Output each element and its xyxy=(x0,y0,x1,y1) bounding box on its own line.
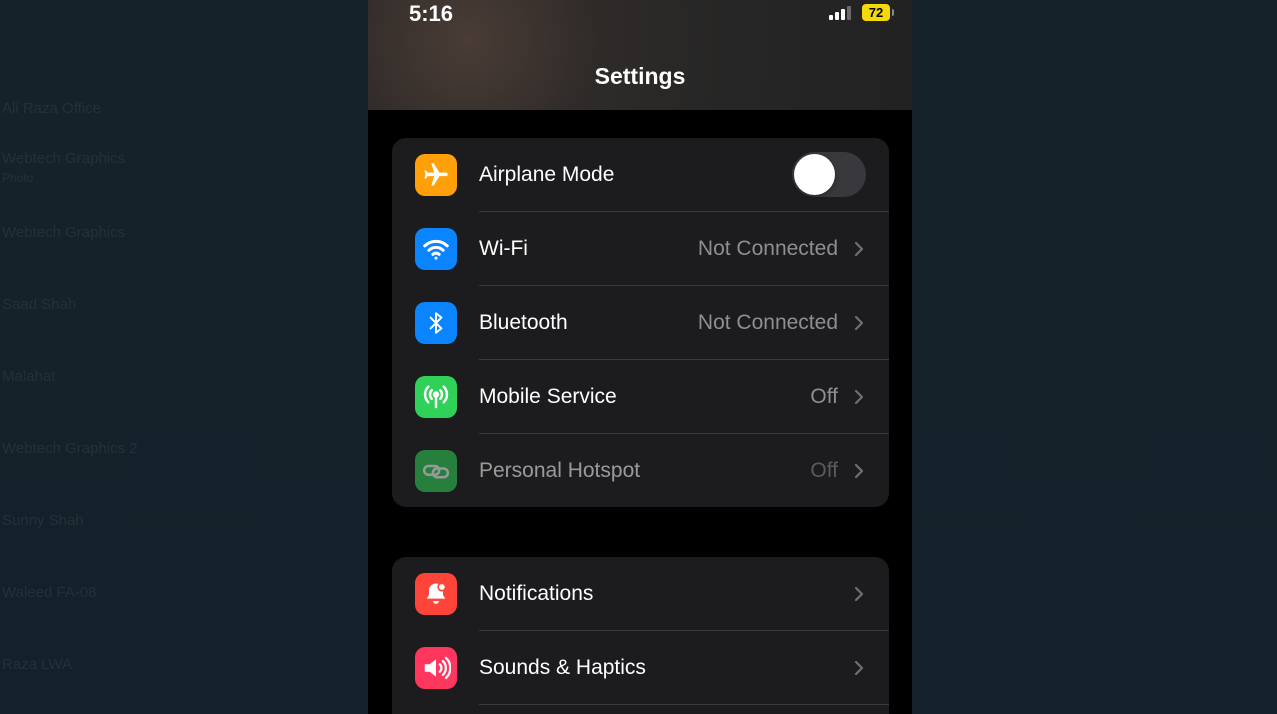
settings-row-value: Off xyxy=(810,385,838,408)
settings-row-value: Off xyxy=(810,459,838,482)
chevron-right-icon xyxy=(854,241,864,257)
toggle-knob xyxy=(794,154,835,195)
chevron-right-icon xyxy=(854,315,864,331)
settings-row-bluetooth[interactable]: Bluetooth Not Connected xyxy=(392,286,889,360)
settings-row-personal-hotspot[interactable]: Personal Hotspot Off xyxy=(392,434,889,507)
settings-row-label: Sounds & Haptics xyxy=(479,656,646,679)
page-title: Settings xyxy=(594,63,686,89)
settings-row-label: Personal Hotspot xyxy=(479,459,641,482)
settings-row-notifications[interactable]: Notifications xyxy=(392,557,889,631)
settings-row-airplane[interactable]: Airplane Mode xyxy=(392,138,889,212)
background-left-panel: Ali Raza Office Webtech Graphics Photo We… xyxy=(0,0,368,714)
status-time: 5:16 xyxy=(409,1,454,26)
bell-icon xyxy=(415,573,457,615)
antenna-icon xyxy=(415,376,457,418)
settings-group-system: Notifications Sounds & Haptics xyxy=(392,557,889,714)
settings-row-label: Mobile Service xyxy=(479,385,617,408)
chevron-right-icon xyxy=(854,389,864,405)
background-chat-item: Sunny Shah xyxy=(2,512,84,529)
settings-row-mobile-service[interactable]: Mobile Service Off xyxy=(392,360,889,434)
battery-icon: 72 xyxy=(862,4,894,21)
phone-screen: 5:16 72 Settings Airplane Mode Wi-Fi Not… xyxy=(368,0,912,714)
settings-row-value: Not Connected xyxy=(697,311,838,334)
settings-row-wifi[interactable]: Wi-Fi Not Connected xyxy=(392,212,889,286)
settings-row-label: Airplane Mode xyxy=(479,163,615,186)
background-chat-item: Saad Shah xyxy=(2,296,77,313)
chevron-right-icon xyxy=(854,463,864,479)
airplane-icon xyxy=(415,154,457,196)
background-chat-item: Ali Raza Office xyxy=(2,100,101,117)
speaker-icon xyxy=(415,647,457,689)
nav-header: 5:16 72 Settings xyxy=(368,0,912,110)
settings-row-sounds[interactable]: Sounds & Haptics xyxy=(392,631,889,705)
background-chat-item: Webtech Graphics 2 xyxy=(2,440,138,457)
background-chat-item: Raza LWA xyxy=(2,656,73,673)
background-chat-item: Webtech Graphics xyxy=(2,224,126,241)
signal-icon xyxy=(829,6,851,20)
background-chat-item: Malahat xyxy=(2,368,56,385)
airplane-mode-toggle[interactable] xyxy=(792,152,866,197)
bluetooth-icon xyxy=(415,302,457,344)
settings-row-value: Not Connected xyxy=(697,237,838,260)
link-icon xyxy=(415,450,457,492)
background-chat-item: Waleed FA-08 xyxy=(2,584,97,601)
chevron-right-icon xyxy=(854,586,864,602)
background-chat-item: Webtech Graphics Photo xyxy=(2,150,126,185)
chevron-right-icon xyxy=(854,660,864,676)
wifi-icon xyxy=(415,228,457,270)
settings-row-label: Bluetooth xyxy=(479,311,568,334)
row-separator xyxy=(479,704,889,705)
settings-group-connectivity: Airplane Mode Wi-Fi Not Connected Blueto… xyxy=(392,138,889,507)
settings-row-label: Wi-Fi xyxy=(479,237,528,260)
background-right-panel xyxy=(912,0,1277,714)
settings-row-label: Notifications xyxy=(479,582,594,605)
